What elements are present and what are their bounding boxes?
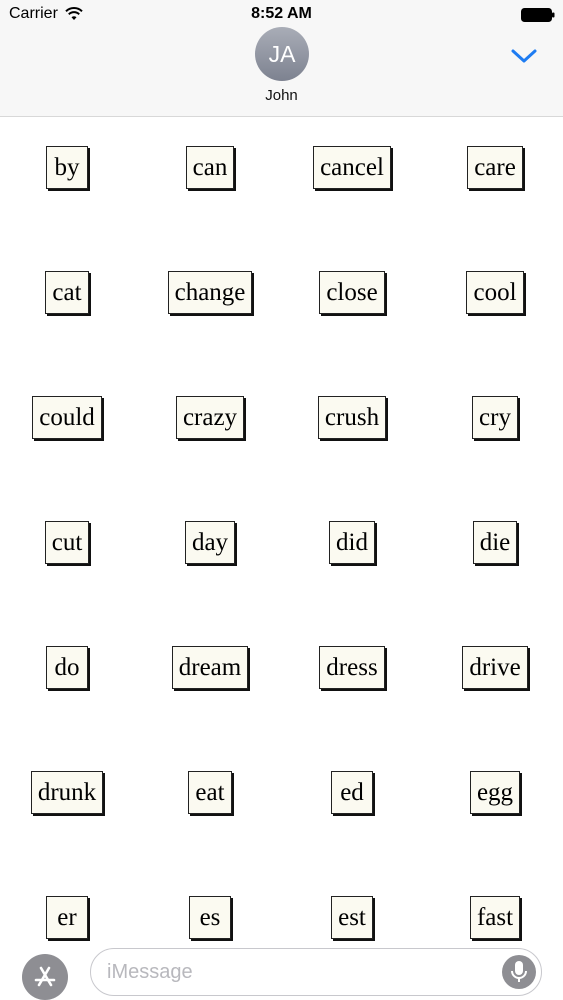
word-sticker[interactable]: close — [319, 270, 385, 314]
word-sticker[interactable]: cat — [45, 270, 89, 314]
sticker-cell[interactable]: close — [282, 267, 422, 317]
sticker-cell[interactable]: es — [140, 892, 280, 942]
contact-name[interactable]: John — [0, 87, 563, 104]
word-sticker[interactable]: eat — [188, 770, 232, 814]
app-store-button[interactable] — [22, 954, 68, 1000]
sticker-cell[interactable]: cool — [425, 267, 563, 317]
word-sticker[interactable]: cry — [472, 395, 518, 439]
sticker-cell[interactable]: by — [0, 142, 137, 192]
sticker-cell[interactable]: egg — [425, 767, 563, 817]
message-input[interactable] — [107, 949, 487, 995]
word-sticker[interactable]: cancel — [313, 145, 391, 189]
word-sticker[interactable]: egg — [469, 770, 521, 814]
word-sticker[interactable]: es — [189, 895, 231, 939]
word-sticker[interactable]: dream — [171, 645, 249, 689]
word-sticker[interactable]: er — [46, 895, 88, 939]
message-field[interactable] — [90, 948, 542, 996]
sticker-cell[interactable]: cat — [0, 267, 137, 317]
sticker-grid: by can cancel care cat change close cool could cr… — [0, 118, 563, 946]
sticker-cell[interactable]: crush — [282, 392, 422, 442]
clock-time: 8:52 AM — [251, 5, 312, 22]
sticker-cell[interactable]: change — [140, 267, 280, 317]
word-sticker[interactable]: ed — [331, 770, 373, 814]
compose-bar — [0, 946, 563, 1000]
word-sticker[interactable]: die — [472, 520, 518, 564]
word-sticker[interactable]: do — [46, 645, 88, 689]
sticker-cell[interactable]: drunk — [0, 767, 137, 817]
sticker-cell[interactable]: die — [425, 517, 563, 567]
sticker-cell[interactable]: dress — [282, 642, 422, 692]
avatar-initials: JA — [268, 40, 296, 67]
sticker-cell[interactable]: cancel — [282, 142, 422, 192]
word-sticker[interactable]: drive — [462, 645, 528, 689]
word-sticker[interactable]: day — [184, 520, 236, 564]
word-sticker[interactable]: drunk — [30, 770, 104, 814]
sticker-cell[interactable]: dream — [140, 642, 280, 692]
word-sticker[interactable]: care — [467, 145, 523, 189]
word-sticker[interactable]: cool — [466, 270, 524, 314]
dictation-button[interactable] — [502, 955, 536, 989]
sticker-cell[interactable]: fast — [425, 892, 563, 942]
sticker-cell[interactable]: crazy — [140, 392, 280, 442]
sticker-cell[interactable]: could — [0, 392, 137, 442]
sticker-cell[interactable]: ed — [282, 767, 422, 817]
word-sticker[interactable]: dress — [319, 645, 385, 689]
word-sticker[interactable]: crazy — [175, 395, 245, 439]
word-sticker[interactable]: fast — [469, 895, 521, 939]
sticker-cell[interactable]: care — [425, 142, 563, 192]
sticker-cell[interactable]: drive — [425, 642, 563, 692]
sticker-cell[interactable]: do — [0, 642, 137, 692]
sticker-cell[interactable]: eat — [140, 767, 280, 817]
sticker-cell[interactable]: can — [140, 142, 280, 192]
sticker-cell[interactable]: er — [0, 892, 137, 942]
microphone-icon — [511, 961, 527, 982]
word-sticker[interactable]: est — [331, 895, 373, 939]
sticker-cell[interactable]: day — [140, 517, 280, 567]
status-bar: Carrier 8:52 AM — [0, 0, 563, 30]
word-sticker[interactable]: did — [329, 520, 375, 564]
chevron-down-icon — [511, 49, 537, 63]
word-sticker[interactable]: change — [167, 270, 253, 314]
word-sticker[interactable]: cut — [44, 520, 90, 564]
messages-header: Carrier 8:52 AM JA John — [0, 0, 563, 117]
sticker-cell[interactable]: est — [282, 892, 422, 942]
contact-avatar[interactable]: JA — [255, 27, 309, 81]
word-sticker[interactable]: can — [185, 145, 235, 189]
battery-icon — [521, 8, 555, 22]
sticker-cell[interactable]: cut — [0, 517, 137, 567]
word-sticker[interactable]: could — [32, 395, 102, 439]
app-store-icon — [34, 966, 56, 987]
word-sticker[interactable]: by — [46, 145, 88, 189]
word-sticker[interactable]: crush — [317, 395, 387, 439]
collapse-button[interactable] — [509, 44, 539, 68]
sticker-cell[interactable]: cry — [425, 392, 563, 442]
sticker-cell[interactable]: did — [282, 517, 422, 567]
